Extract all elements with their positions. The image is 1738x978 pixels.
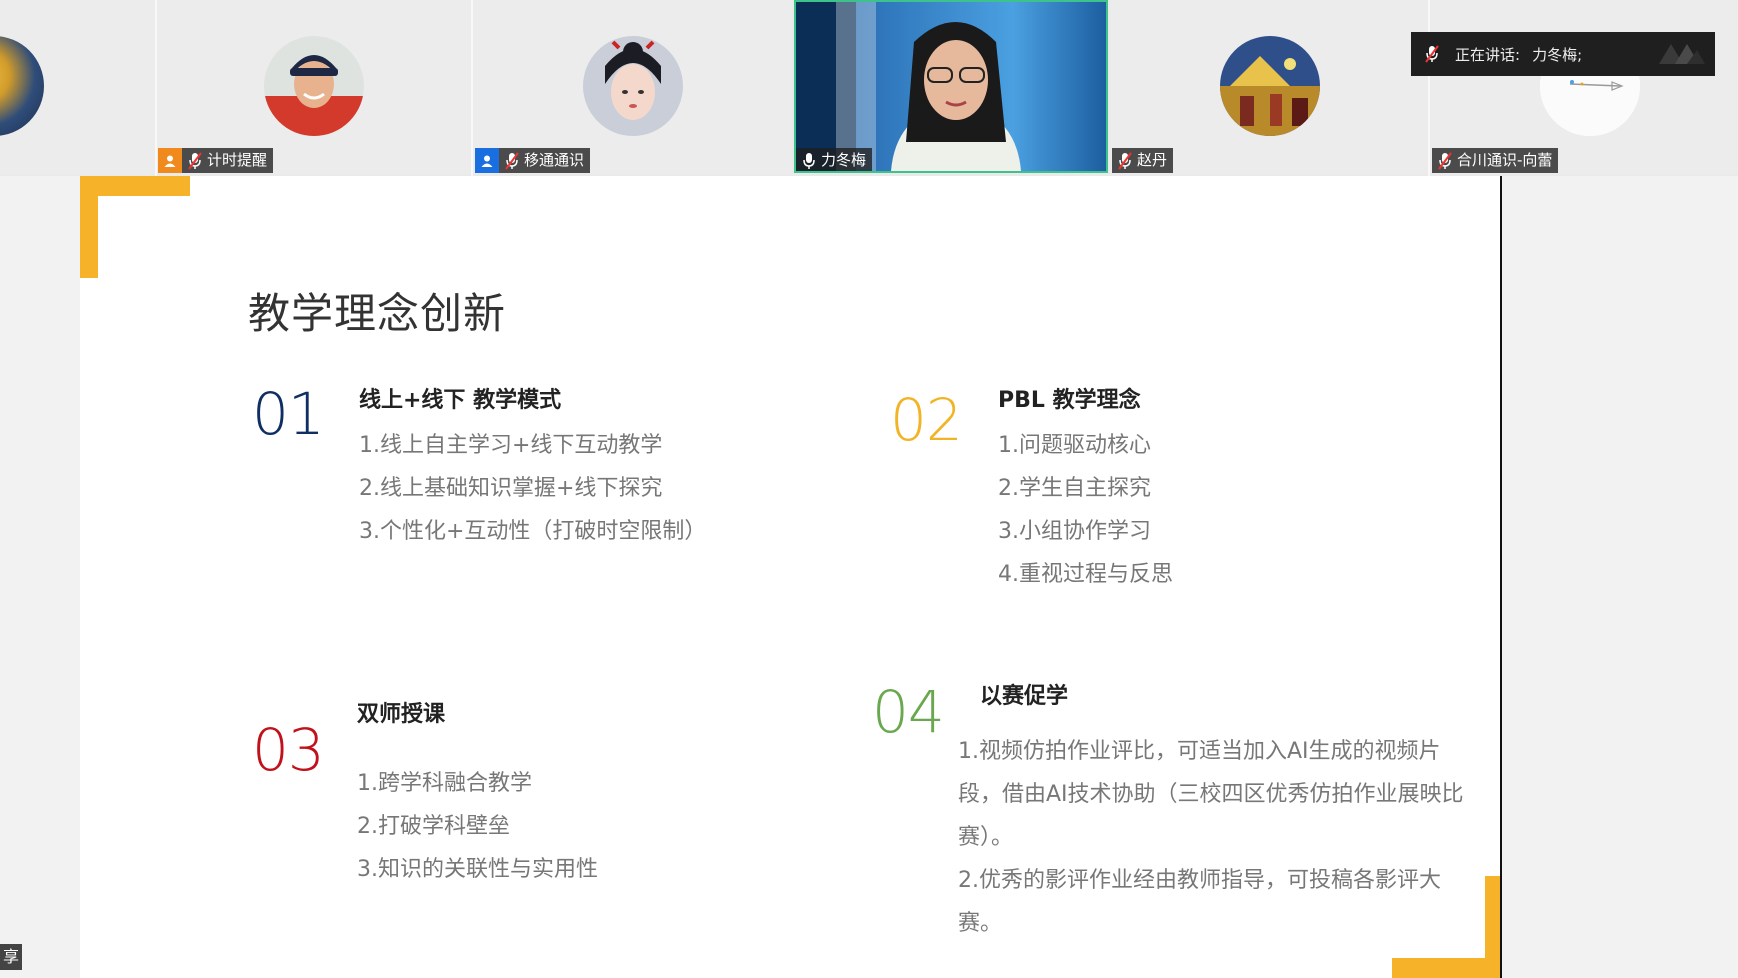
participant-name: 力冬梅 <box>821 151 867 169</box>
participant-name: 合川通识-向蕾 <box>1457 151 1553 169</box>
avatar <box>0 36 44 136</box>
list-item: 1.线上自主学习+线下互动教学 <box>359 433 663 458</box>
mic-muted-icon <box>1425 45 1439 63</box>
mic-icon <box>803 152 815 169</box>
list-item: 3.个性化+互动性（打破时空限制） <box>359 519 707 544</box>
list-item: 2.线上基础知识掌握+线下探究 <box>359 476 663 501</box>
slide-corner-decoration <box>1485 876 1500 978</box>
section-number: 01 <box>252 380 325 448</box>
participant-nametag: 合川通识-向蕾 <box>1432 148 1559 173</box>
list-item: 4.重视过程与反思 <box>998 562 1173 587</box>
participant-name: 赵丹 <box>1137 151 1168 169</box>
participant-tile-4[interactable]: 赵丹 <box>1110 0 1428 174</box>
participant-name: 计时提醒 <box>207 151 268 169</box>
section-paragraph: 2.优秀的影评作业经由教师指导，可投稿各影评大赛。 <box>958 868 1441 936</box>
list-item: 2.打破学科壁垒 <box>357 814 510 839</box>
list-item: 3.知识的关联性与实用性 <box>357 857 598 882</box>
slide-corner-decoration <box>80 176 98 278</box>
slide-title: 教学理念创新 <box>248 289 507 338</box>
participant-nametag: 力冬梅 <box>796 148 873 171</box>
active-speaker-video[interactable]: 力冬梅 <box>794 0 1108 173</box>
participant-strip: 计时提醒 移通通识 力冬梅 赵丹 合川通识-向蕾 <box>0 0 1738 176</box>
video-frame <box>796 2 1106 171</box>
section-list: 1.线上自主学习+线下互动教学 2.线上基础知识掌握+线下探究 3.个性化+互动… <box>359 424 706 553</box>
app-logo-icon <box>1659 44 1705 64</box>
section-number: 03 <box>252 716 325 784</box>
speaking-indicator: 正在讲话: 力冬梅; <box>1411 32 1715 76</box>
participant-tile-1[interactable]: 计时提醒 <box>157 0 471 174</box>
avatar <box>264 36 364 136</box>
mic-muted-icon <box>505 151 519 170</box>
slide-corner-decoration <box>1392 958 1500 978</box>
participant-nametag: 计时提醒 <box>158 148 274 173</box>
section-heading: 双师授课 <box>357 702 446 727</box>
share-tab[interactable]: 享 <box>0 944 22 970</box>
avatar <box>583 36 683 136</box>
host-user-icon <box>475 148 499 173</box>
list-item: 2.学生自主探究 <box>998 476 1151 501</box>
section-list: 1.问题驱动核心 2.学生自主探究 3.小组协作学习 4.重视过程与反思 <box>998 424 1173 596</box>
mic-muted-icon <box>1118 151 1132 170</box>
participant-tile[interactable] <box>0 0 155 174</box>
section-list: 1.跨学科融合教学 2.打破学科壁垒 3.知识的关联性与实用性 <box>357 762 598 891</box>
section-number: 04 <box>872 678 945 746</box>
mic-muted-icon <box>188 151 202 170</box>
list-item: 1.问题驱动核心 <box>998 433 1151 458</box>
presentation-slide: 教学理念创新 01 线上+线下 教学模式 1.线上自主学习+线下互动教学 2.线… <box>80 176 1500 978</box>
section-heading: PBL 教学理念 <box>998 388 1141 413</box>
list-item: 1.跨学科融合教学 <box>357 771 532 796</box>
participant-tile-5[interactable]: 合川通识-向蕾 <box>1430 0 1738 174</box>
host-user-icon <box>158 148 182 173</box>
section-heading: 以赛促学 <box>980 684 1069 709</box>
mic-muted-icon <box>1438 151 1452 170</box>
participant-name: 移通通识 <box>524 151 585 169</box>
participant-tile-2[interactable]: 移通通识 <box>473 0 792 174</box>
speaking-name: 力冬梅; <box>1532 45 1583 64</box>
list-item: 3.小组协作学习 <box>998 519 1151 544</box>
participant-nametag: 赵丹 <box>1112 148 1174 173</box>
section-number: 02 <box>890 386 963 454</box>
speaking-label: 正在讲话: <box>1455 45 1521 64</box>
section-heading: 线上+线下 教学模式 <box>359 388 562 413</box>
participant-nametag: 移通通识 <box>475 148 591 173</box>
section-paragraph: 1.视频仿拍作业评比，可适当加入AI生成的视频片段，借由AI技术协助（三校四区优… <box>958 739 1464 850</box>
slide-edge <box>1500 176 1502 978</box>
avatar <box>1220 36 1320 136</box>
